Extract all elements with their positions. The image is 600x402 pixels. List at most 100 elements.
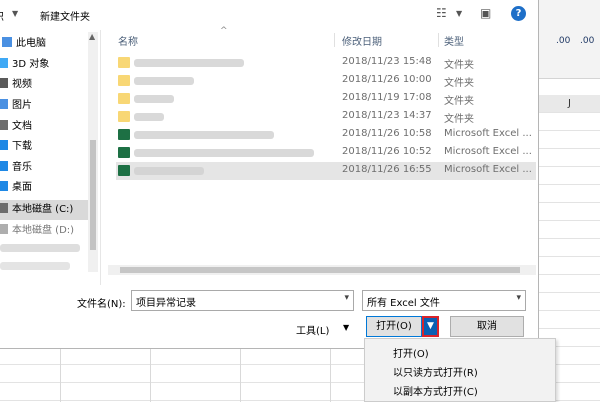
blurred-file-name	[134, 149, 314, 157]
new-folder-button[interactable]: 新建文件夹	[40, 8, 90, 23]
nav-item-drive-d[interactable]: 本地磁盘 (D:)	[0, 221, 74, 241]
help-icon[interactable]: ?	[511, 6, 526, 21]
scroll-up-icon[interactable]: ▲	[89, 32, 95, 41]
preview-pane-icon[interactable]: ▣	[480, 6, 491, 20]
music-icon	[0, 161, 8, 171]
nav-item-3d-objects[interactable]: 3D 对象	[0, 55, 49, 75]
nav-item-music[interactable]: 音乐	[0, 158, 32, 178]
video-icon	[0, 78, 8, 88]
nav-item-label: 文档	[12, 121, 32, 132]
blurred-file-name	[134, 131, 274, 139]
column-header-modified[interactable]: 修改日期	[342, 33, 382, 48]
filename-label: 文件名(N):	[77, 299, 126, 310]
nav-item-label: 音乐	[12, 162, 32, 173]
view-dropdown-icon[interactable]: ▼	[456, 9, 462, 18]
file-type: 文件夹	[444, 78, 474, 89]
nav-item-label: 本地磁盘 (C:)	[12, 204, 74, 215]
view-options-icon[interactable]: ☷	[436, 6, 447, 20]
decrease-decimal-button[interactable]: .00	[580, 36, 594, 46]
nav-item-drive-c[interactable]: 本地磁盘 (C:)	[0, 200, 88, 220]
file-row[interactable]: 2018/11/26 10:58 Microsoft Excel ...	[116, 126, 536, 144]
file-type: 文件夹	[444, 96, 474, 107]
tools-dropdown-icon[interactable]: ▼	[343, 323, 349, 332]
nav-item-videos[interactable]: 视频	[0, 75, 32, 95]
nav-item-documents[interactable]: 文档	[0, 117, 32, 137]
desktop-icon	[0, 181, 8, 191]
filename-input[interactable]: 项目异常记录 ▾	[131, 290, 354, 311]
cube-icon	[0, 58, 8, 68]
organize-dropdown-icon[interactable]: ▼	[12, 9, 18, 18]
column-header-name[interactable]: 名称	[118, 33, 138, 48]
nav-item-downloads[interactable]: 下载	[0, 137, 32, 157]
picture-icon	[0, 99, 8, 109]
cancel-button[interactable]: 取消	[450, 316, 524, 337]
open-file-dialog: 组织 ▼ 新建文件夹 ☷ ▼ ▣ ? ▲ 此电脑 3D 对象 视频 图片 文档 …	[0, 0, 539, 349]
filetype-select[interactable]: 所有 Excel 文件 ▾	[362, 290, 526, 311]
folder-icon	[118, 57, 130, 68]
blurred-file-name	[134, 167, 204, 175]
open-button[interactable]: 打开(O)	[366, 316, 422, 337]
hscroll-thumb[interactable]	[120, 267, 520, 273]
chevron-down-icon[interactable]: ▾	[344, 293, 349, 303]
nav-item-desktop[interactable]: 桌面	[0, 178, 32, 198]
chevron-down-icon: ▼	[427, 321, 434, 331]
file-type: Microsoft Excel ...	[444, 128, 532, 139]
excel-icon	[118, 147, 130, 158]
file-date: 2018/11/19 17:08	[342, 92, 432, 103]
nav-item-label: 桌面	[12, 182, 32, 193]
blurred-nav-item	[0, 262, 70, 270]
filetype-value: 所有 Excel 文件	[367, 298, 440, 309]
tools-menu[interactable]: 工具(L)	[296, 322, 329, 337]
menu-item-open[interactable]: 打开(O)	[393, 345, 429, 360]
folder-icon	[118, 93, 130, 104]
sort-up-icon: ^	[220, 26, 228, 36]
column-separator[interactable]	[334, 33, 335, 47]
file-type: Microsoft Excel ...	[444, 146, 532, 157]
filename-value: 项目异常记录	[136, 298, 196, 309]
file-date: 2018/11/23 15:48	[342, 56, 432, 67]
file-date: 2018/11/26 10:58	[342, 128, 432, 139]
excel-icon	[118, 129, 130, 140]
nav-item-label: 下载	[12, 141, 32, 152]
file-row[interactable]: 2018/11/19 17:08 文件夹	[116, 90, 536, 108]
open-dropdown-button[interactable]: ▼	[422, 316, 439, 337]
drive-icon	[0, 224, 8, 234]
folder-icon	[118, 75, 130, 86]
folder-icon	[118, 111, 130, 122]
nav-item-label: 此电脑	[16, 38, 46, 49]
organize-menu[interactable]: 组织	[0, 8, 4, 23]
blurred-file-name	[134, 77, 194, 85]
file-row[interactable]: 2018/11/26 10:52 Microsoft Excel ...	[116, 144, 536, 162]
document-icon	[0, 120, 8, 130]
file-type: Microsoft Excel ...	[444, 164, 532, 175]
file-row[interactable]: 2018/11/26 10:00 文件夹	[116, 72, 536, 90]
column-separator[interactable]	[438, 33, 439, 47]
menu-item-open-read-only[interactable]: 以只读方式打开(R)	[393, 364, 478, 379]
nav-item-label: 视频	[12, 79, 32, 90]
nav-item-label: 3D 对象	[12, 59, 50, 70]
file-date: 2018/11/23 14:37	[342, 110, 432, 121]
file-row[interactable]: 2018/11/23 15:48 文件夹	[116, 54, 536, 72]
excel-icon	[118, 165, 130, 176]
computer-icon	[2, 37, 12, 47]
file-row[interactable]: 2018/11/23 14:37 文件夹	[116, 108, 536, 126]
file-date: 2018/11/26 16:55	[342, 164, 432, 175]
nav-item-this-pc[interactable]: 此电脑	[0, 34, 46, 54]
blurred-file-name	[134, 113, 164, 121]
blurred-nav-item	[0, 244, 80, 252]
drive-icon	[0, 203, 8, 213]
chevron-down-icon[interactable]: ▾	[516, 293, 521, 303]
increase-decimal-button[interactable]: .00	[556, 36, 570, 46]
file-row-selected[interactable]: 2018/11/26 16:55 Microsoft Excel ...	[116, 162, 536, 180]
nav-item-label: 本地磁盘 (D:)	[12, 225, 75, 236]
blurred-file-name	[134, 59, 244, 67]
nav-scroll-thumb[interactable]	[90, 140, 96, 250]
download-icon	[0, 140, 8, 150]
column-letter: J	[568, 98, 571, 109]
nav-item-pictures[interactable]: 图片	[0, 96, 32, 116]
file-list: 名称 ^ 修改日期 类型 2018/11/23 15:48 文件夹 2018/1…	[108, 26, 536, 270]
open-options-menu: 打开(O) 以只读方式打开(R) 以副本方式打开(C)	[364, 338, 556, 402]
file-type: 文件夹	[444, 60, 474, 71]
menu-item-open-as-copy[interactable]: 以副本方式打开(C)	[393, 383, 478, 398]
column-header-type[interactable]: 类型	[444, 33, 464, 48]
